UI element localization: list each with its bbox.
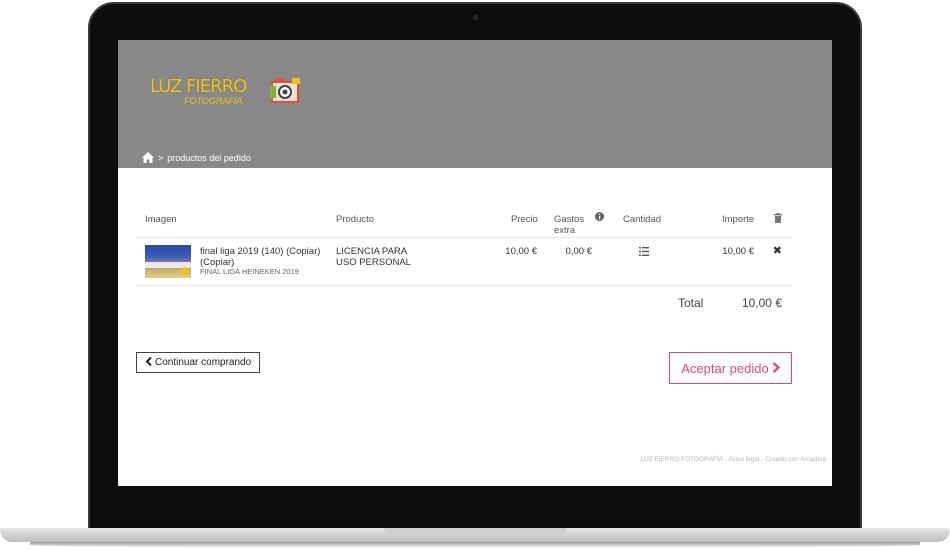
- webcam: [473, 15, 478, 20]
- home-icon[interactable]: [142, 152, 154, 163]
- breadcrumb-separator: >: [158, 152, 164, 163]
- product-thumbnail[interactable]: [145, 245, 191, 278]
- total-label: Total: [678, 296, 704, 310]
- camera-logo-icon: [270, 78, 300, 103]
- info-icon[interactable]: [595, 212, 604, 224]
- laptop-shadow: [30, 542, 920, 548]
- trash-icon: [774, 213, 782, 226]
- accept-order-button[interactable]: Aceptar pedido: [669, 352, 792, 384]
- site-footer: LUZ FIERRO FOTOGRAFÍA - Aviso legal - Cr…: [640, 456, 826, 463]
- header-banner: LUZ FIERRO FOTOGRAFÍA > productos del pe…: [118, 40, 832, 168]
- continue-shopping-label: Continuar comprando: [155, 357, 252, 368]
- breadcrumb: > productos del pedido: [142, 152, 251, 163]
- item-extra: 0,00 €: [565, 246, 592, 257]
- logo-subtitle: FOTOGRAFÍA: [184, 96, 243, 106]
- chevron-left-icon: [145, 356, 152, 369]
- quantity-list-icon[interactable]: [639, 247, 649, 259]
- header-extra: Gastos extra: [554, 214, 585, 236]
- remove-item-icon[interactable]: ✖: [773, 244, 782, 257]
- item-product: LICENCIA PARA USO PERSONAL: [336, 246, 411, 268]
- item-subtitle: FINAL LIGA HEINEKEN 2019: [200, 267, 299, 276]
- accept-order-label: Aceptar pedido: [681, 360, 769, 376]
- browser-screen: LUZ FIERRO FOTOGRAFÍA > productos del pe…: [118, 40, 832, 486]
- header-image: Imagen: [145, 214, 177, 225]
- laptop-notch: [384, 528, 566, 534]
- continue-shopping-button[interactable]: Continuar comprando: [136, 352, 261, 373]
- table-row: final liga 2019 (140) (Copiar) (Copiar) …: [136, 238, 792, 286]
- item-price: 10,00 €: [505, 246, 537, 257]
- total-row: Total 10,00 €: [136, 294, 792, 316]
- logo-name: LUZ FIERRO: [150, 76, 247, 97]
- chevron-right-icon: [772, 361, 781, 376]
- item-title[interactable]: final liga 2019 (140) (Copiar) (Copiar): [200, 246, 330, 268]
- header-amount: Importe: [722, 214, 755, 225]
- breadcrumb-current: productos del pedido: [167, 152, 251, 163]
- item-amount: 10,00 €: [722, 246, 754, 257]
- header-price: Precio: [511, 214, 538, 225]
- site-logo[interactable]: LUZ FIERRO FOTOGRAFÍA: [150, 76, 310, 116]
- cart-table-header: Imagen Producto Precio Gastos extra Cant…: [136, 208, 792, 238]
- total-value: 10,00 €: [741, 296, 782, 310]
- header-product: Producto: [336, 214, 375, 225]
- header-quantity: Cantidad: [623, 214, 662, 225]
